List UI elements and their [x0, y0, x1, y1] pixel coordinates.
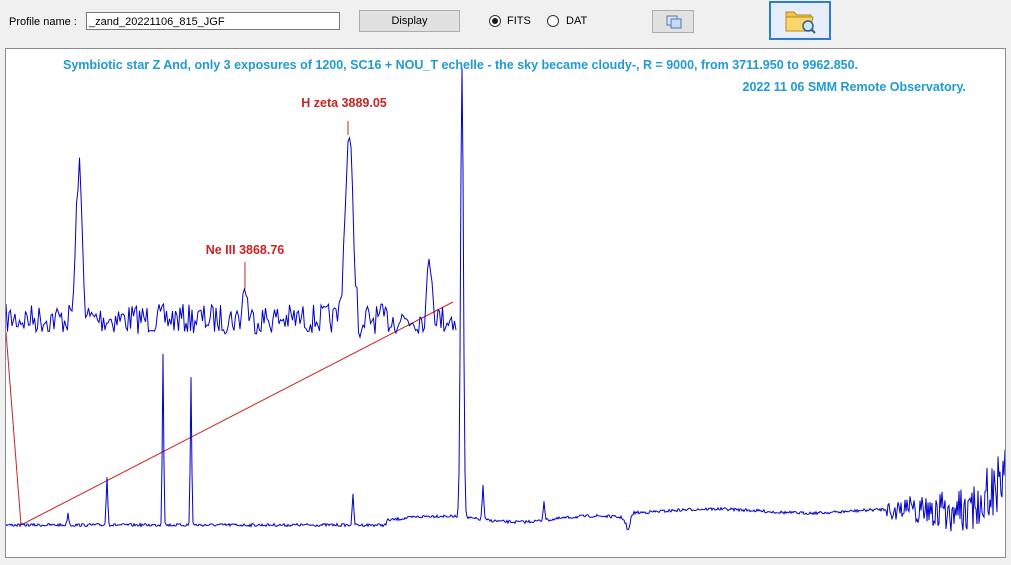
dat-radio-label: DAT: [566, 15, 588, 27]
zoom-connector-left: [6, 331, 22, 526]
fits-radio-label: FITS: [507, 15, 531, 27]
fits-radio[interactable]: [489, 15, 501, 27]
dat-radio[interactable]: [547, 15, 559, 27]
radio-selected-dot: [492, 18, 498, 24]
status-strip: [0, 558, 1011, 565]
profile-name-input[interactable]: _zand_20221106_815_JGF: [86, 12, 340, 30]
copy-windows-button[interactable]: [652, 10, 694, 33]
zoom-connector-right: [20, 301, 454, 526]
display-button[interactable]: Display: [359, 10, 460, 32]
h-zeta-annotation: H zeta 3889.05: [301, 96, 387, 110]
open-file-button[interactable]: [769, 1, 831, 40]
full-spectrum-line: [6, 68, 1005, 532]
ne-iii-annotation: Ne III 3868.76: [206, 243, 285, 257]
toolbar: Profile name : _zand_20221106_815_JGF Di…: [0, 0, 1011, 46]
profile-name-label: Profile name :: [9, 16, 77, 28]
copy-windows-icon: [666, 15, 682, 29]
plot-title-line2: 2022 11 06 SMM Remote Observatory.: [743, 80, 967, 94]
spectrum-chart[interactable]: Symbiotic star Z And, only 3 exposures o…: [6, 49, 1005, 557]
plot-title-line1: Symbiotic star Z And, only 3 exposures o…: [63, 58, 858, 72]
folder-search-icon: [785, 11, 816, 34]
spectrum-plot-panel[interactable]: Symbiotic star Z And, only 3 exposures o…: [5, 48, 1006, 558]
inset-zoom-spectrum: [6, 136, 457, 340]
